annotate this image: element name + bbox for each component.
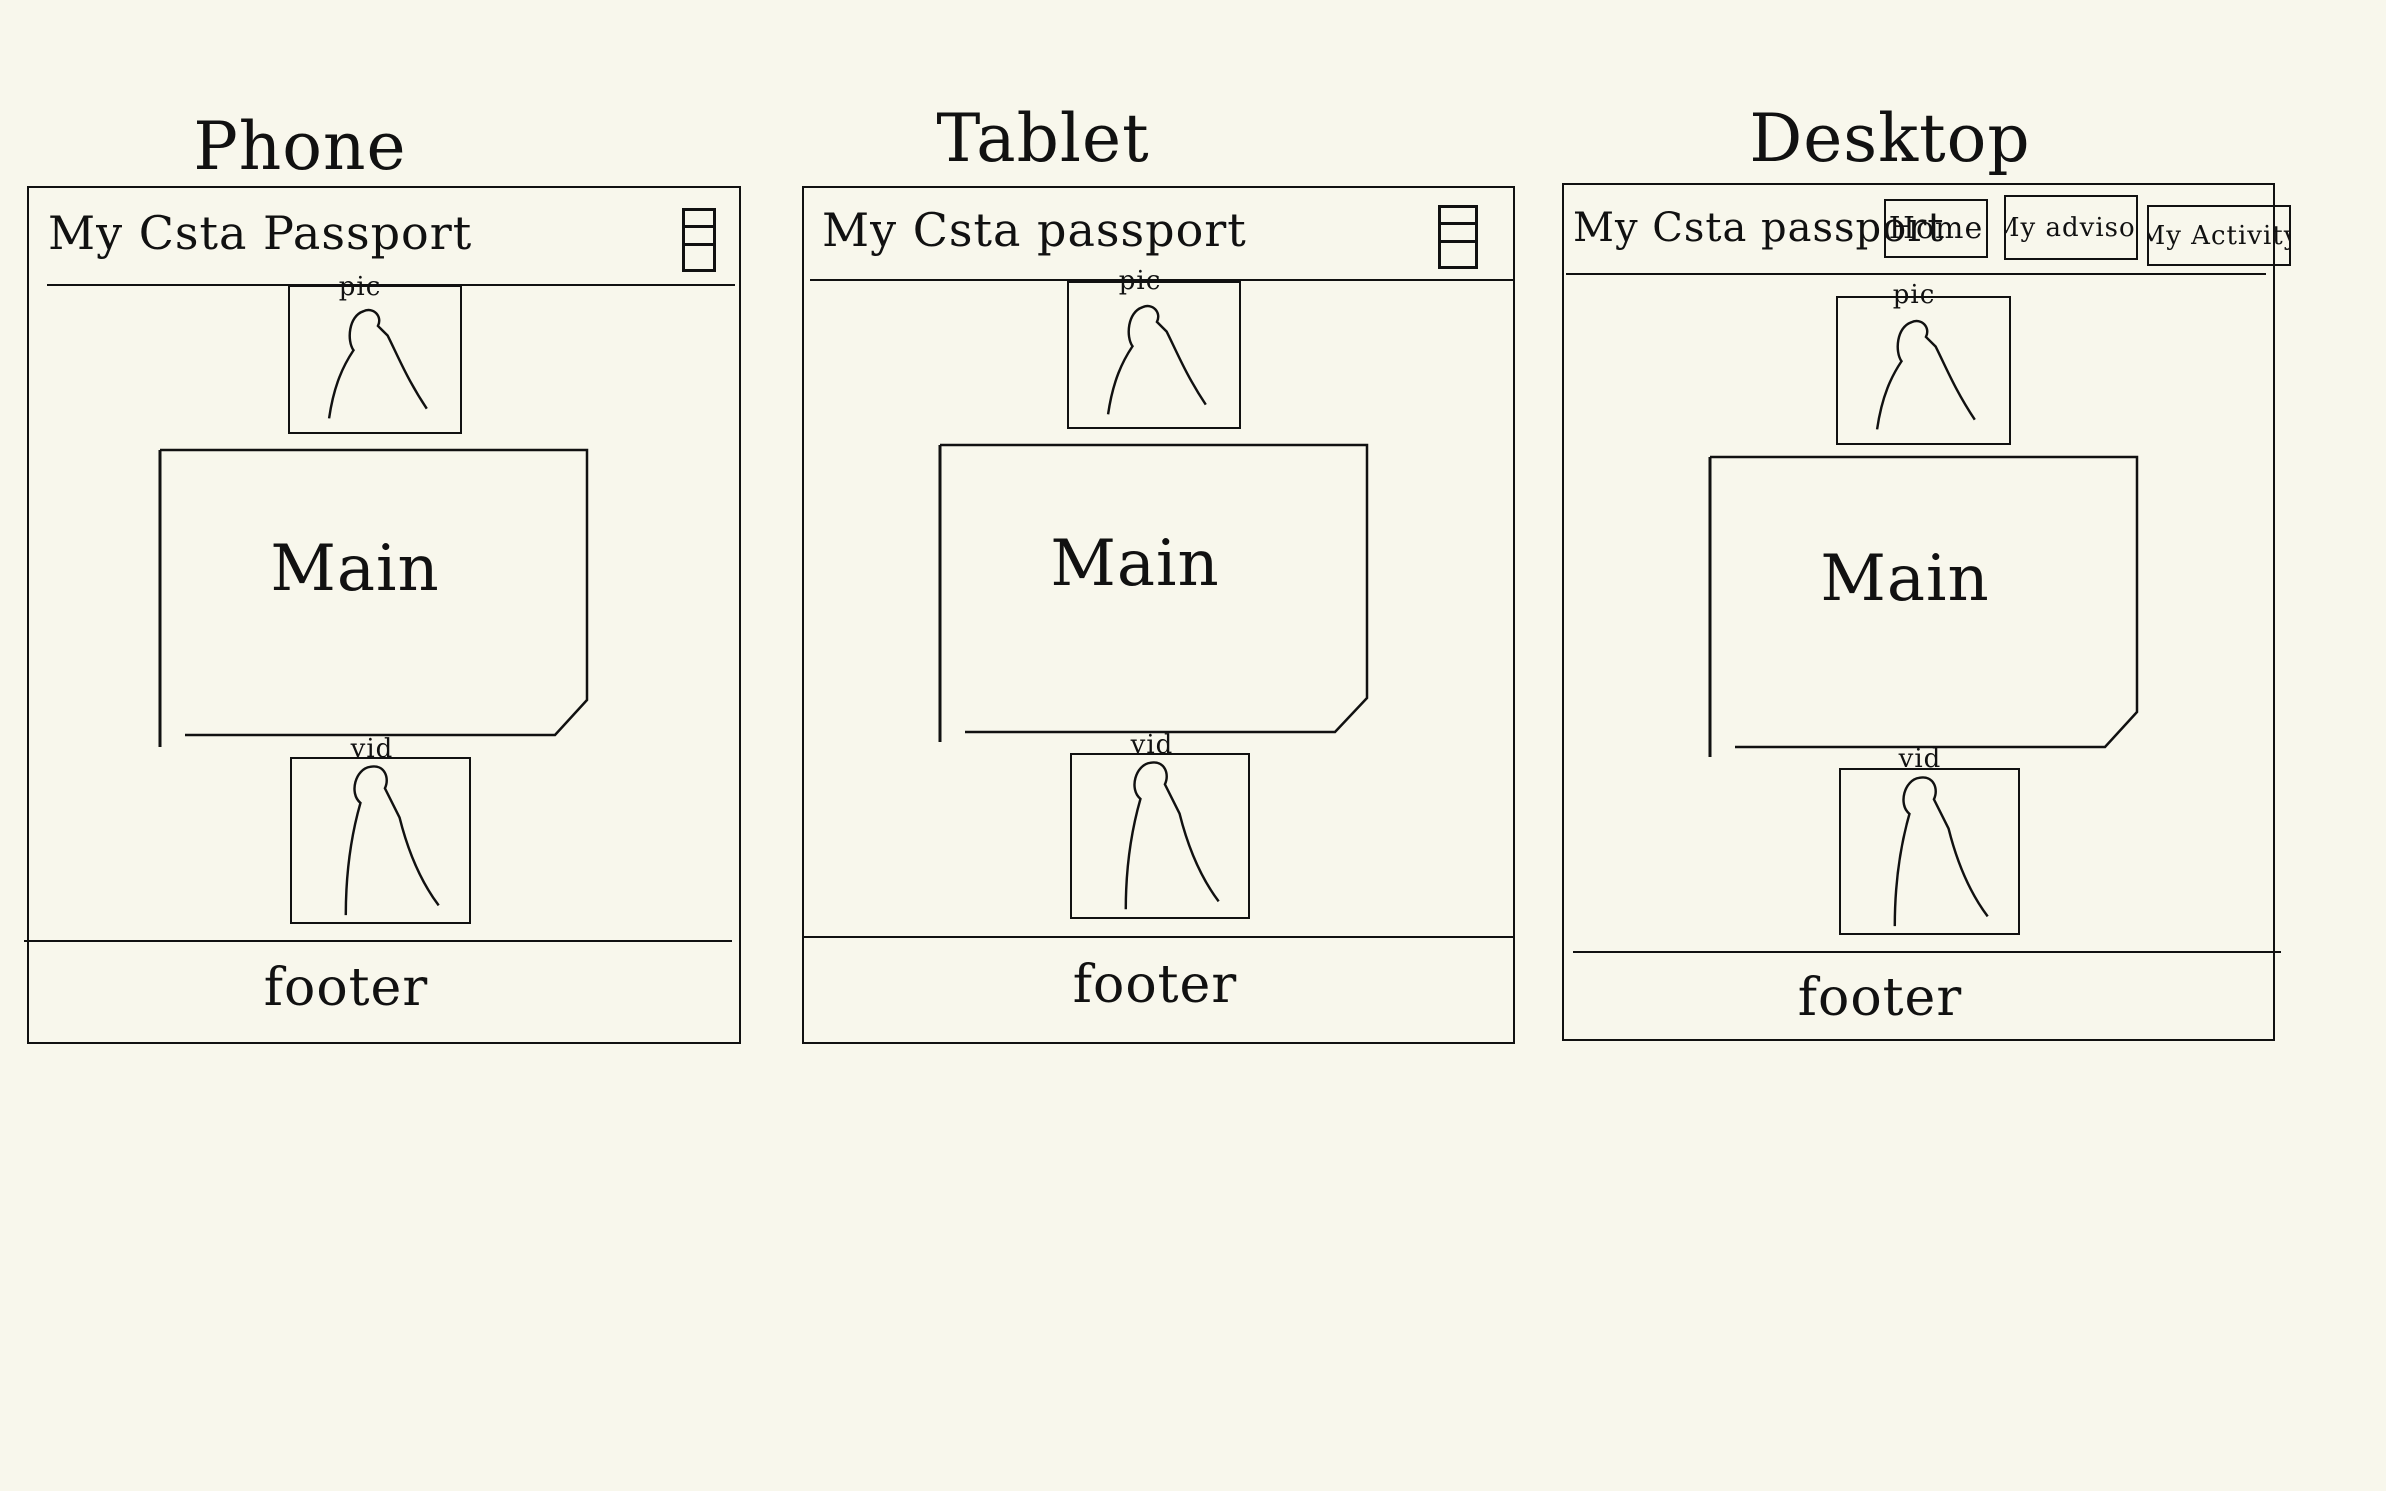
nav-my-activity-button[interactable]: My Activity <box>2147 205 2291 266</box>
hamburger-menu-icon[interactable] <box>682 208 716 272</box>
desktop-vid-box <box>1839 768 2020 935</box>
desktop-footer-divider <box>1573 951 2281 953</box>
phone-main-label: Main <box>270 532 440 606</box>
person-silhouette-icon <box>344 765 440 916</box>
desktop-label: Desktop <box>1749 100 2031 177</box>
person-silhouette-icon <box>1124 761 1220 910</box>
person-silhouette-icon <box>1893 776 1989 927</box>
tablet-pic-box <box>1067 281 1241 429</box>
person-silhouette-icon <box>1875 319 1976 430</box>
tablet-footer-divider <box>803 936 1513 938</box>
phone-header-title: My Csta Passport <box>48 206 473 260</box>
nav-my-advisor-button[interactable]: My advisor <box>2004 195 2138 260</box>
nav-home-button[interactable]: Home <box>1884 199 1988 258</box>
phone-footer-divider <box>24 940 732 942</box>
phone-vid-box <box>290 757 471 924</box>
phone-footer-label: footer <box>263 958 429 1018</box>
hamburger-menu-icon[interactable] <box>1438 205 1478 269</box>
desktop-main-label: Main <box>1820 542 1990 616</box>
person-silhouette-icon <box>1106 304 1207 415</box>
tablet-footer-label: footer <box>1072 955 1238 1015</box>
tablet-main-label: Main <box>1050 527 1220 601</box>
phone-pic-box <box>288 285 462 434</box>
person-silhouette-icon <box>327 308 428 419</box>
desktop-header-divider <box>1566 273 2266 275</box>
desktop-pic-box <box>1836 296 2011 445</box>
tablet-label: Tablet <box>936 100 1150 177</box>
tablet-header-title: My Csta passport <box>822 203 1247 257</box>
tablet-vid-box <box>1070 753 1250 919</box>
desktop-footer-label: footer <box>1797 968 1963 1028</box>
phone-label: Phone <box>193 108 407 185</box>
